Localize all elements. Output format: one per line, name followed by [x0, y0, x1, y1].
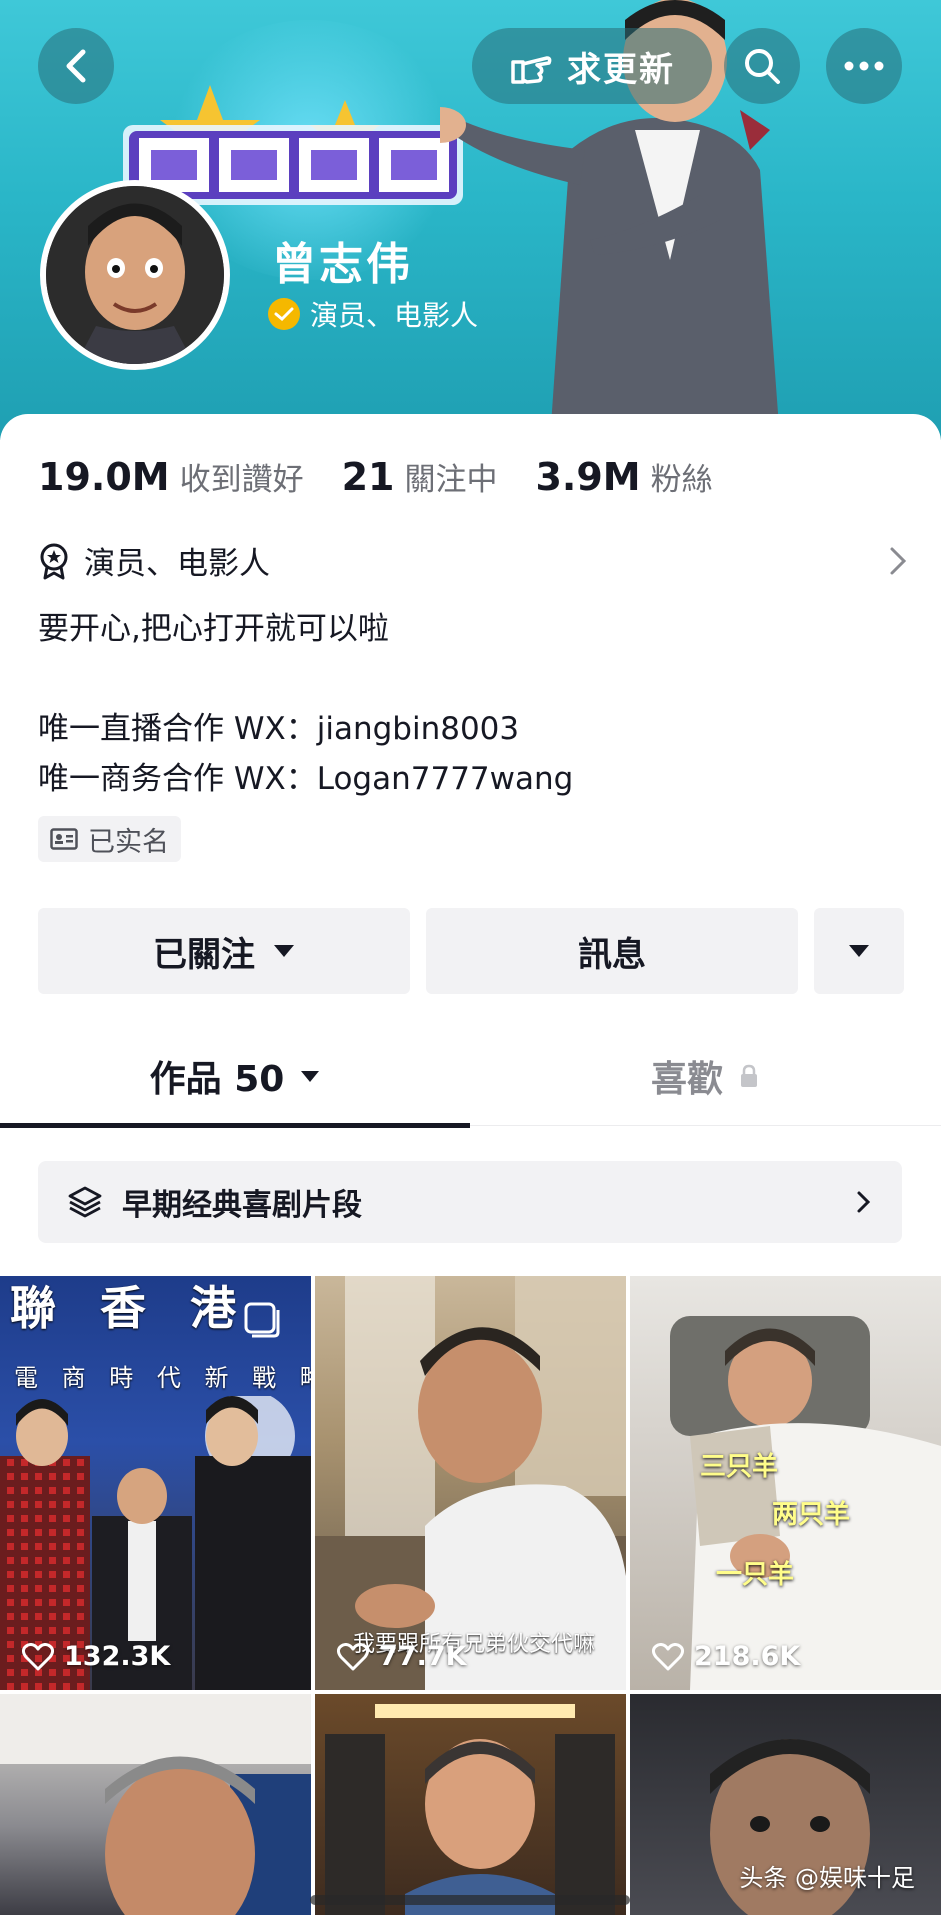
stat-label: 粉絲 — [650, 462, 713, 498]
thumbnail-banner-subtext: 電 商 時 代 新 戰 略 — [14, 1364, 311, 1392]
video-thumbnail[interactable]: 聯 香 港 電 商 時 代 新 戰 略 132.3K — [0, 1276, 311, 1690]
caret-down-icon — [301, 1070, 320, 1082]
video-thumbnail[interactable] — [315, 1694, 626, 1915]
heart-icon — [652, 1642, 684, 1670]
realname-badge: 已实名 — [38, 816, 181, 862]
like-count: 218.6K — [652, 1641, 800, 1672]
stat-value: 21 — [341, 455, 395, 499]
request-update-label: 求更新 — [567, 49, 675, 90]
chevron-left-icon — [66, 49, 86, 83]
profile-tabs: 作品 50 喜歡 — [0, 1026, 941, 1128]
search-button[interactable] — [724, 28, 800, 104]
sheep-caption-2: 两只羊 — [772, 1500, 851, 1530]
video-thumbnail[interactable] — [0, 1694, 311, 1915]
caret-down-icon — [274, 945, 294, 957]
bio-line — [38, 654, 573, 704]
sheep-caption-1: 三只羊 — [700, 1452, 779, 1482]
realname-label: 已实名 — [88, 826, 169, 858]
following-label: 已關注 — [153, 934, 255, 975]
tab-works-label: 作品 50 — [149, 1059, 285, 1100]
message-button[interactable]: 訊息 — [426, 908, 798, 994]
role-row[interactable]: 演员、电影人 — [38, 538, 908, 583]
like-count: 132.3K — [22, 1641, 170, 1672]
like-count: 77.7K — [337, 1641, 467, 1672]
role-text: 演员、电影人 — [84, 546, 270, 582]
video-frame-photo — [0, 1694, 311, 1915]
stats-row: 19.0M 收到讚好 21 關注中 3.9M 粉絲 — [38, 454, 751, 499]
verification-text: 演员、电影人 — [310, 299, 479, 332]
search-icon — [745, 49, 780, 84]
more-options-button[interactable] — [826, 28, 902, 104]
thumbnail-banner-text: 聯 香 港 — [10, 1281, 251, 1335]
action-buttons: 已關注 訊息 — [38, 908, 904, 994]
stat-followers[interactable]: 3.9M 粉絲 — [535, 454, 712, 499]
stat-label: 收到讚好 — [179, 462, 304, 498]
layers-icon — [68, 1186, 102, 1218]
back-button[interactable] — [38, 28, 114, 104]
like-count-value: 218.6K — [694, 1641, 801, 1672]
playlist-title: 早期经典喜剧片段 — [122, 1188, 362, 1223]
request-update-button[interactable]: 求更新 — [472, 28, 712, 104]
stat-label: 關注中 — [404, 462, 498, 498]
bio-line: 要开心,把心打开就可以啦 — [38, 611, 389, 647]
suggestions-dropdown-button[interactable] — [814, 908, 904, 994]
avatar-photo — [46, 186, 224, 364]
verified-check-icon — [268, 298, 300, 330]
video-frame-photo — [670, 1316, 941, 1690]
chevron-right-icon — [857, 1191, 871, 1213]
video-thumbnail[interactable]: 我要跟所有兄弟伙交代嘛 77.7K — [315, 1276, 626, 1690]
tab-works[interactable]: 作品 50 — [0, 1026, 470, 1128]
profile-banner: 求更新 曾志伟 演员、电影人 — [0, 0, 941, 440]
stat-following[interactable]: 21 關注中 — [342, 454, 498, 499]
stat-value: 19.0M — [38, 455, 170, 499]
stat-value: 3.9M — [535, 455, 641, 499]
profile-card: 19.0M 收到讚好 21 關注中 3.9M 粉絲 演员、电影人 要开心,把心打… — [0, 414, 941, 1915]
badge-star-icon — [40, 543, 68, 579]
verification-tag: 演员、电影人 — [268, 294, 478, 334]
playlist-collection[interactable]: 早期经典喜剧片段 — [38, 1161, 902, 1243]
video-grid: 聯 香 港 電 商 時 代 新 戰 略 132.3K 我要跟所有兄弟伙交代嘛 7… — [0, 1276, 941, 1915]
like-count-value: 77.7K — [379, 1641, 467, 1672]
heart-icon — [337, 1642, 369, 1670]
chevron-right-icon — [890, 547, 907, 574]
bio-text: 要开心,把心打开就可以啦 唯一直播合作 WX：jiangbin8003 唯一商务… — [38, 604, 573, 804]
lock-icon — [741, 1064, 757, 1087]
heart-icon — [22, 1642, 54, 1670]
home-indicator[interactable] — [310, 1895, 630, 1905]
sheep-caption-3: 一只羊 — [716, 1560, 795, 1590]
stat-likes-received[interactable]: 19.0M 收到讚好 — [38, 454, 304, 499]
message-label: 訊息 — [578, 934, 646, 975]
bio-line: 唯一直播合作 WX：jiangbin8003 — [38, 711, 520, 747]
tab-likes-label: 喜歡 — [650, 1059, 723, 1100]
multi-image-icon — [244, 1302, 280, 1338]
avatar[interactable] — [40, 180, 230, 370]
profile-name: 曾志伟 — [272, 239, 413, 290]
like-count-value: 132.3K — [64, 1641, 171, 1672]
watermark-text: 头条 @娱味十足 — [739, 1864, 915, 1892]
id-card-icon — [50, 828, 78, 850]
tab-likes[interactable]: 喜歡 — [470, 1026, 940, 1126]
following-button[interactable]: 已關注 — [38, 908, 410, 994]
active-tab-indicator — [0, 1123, 470, 1128]
more-dots-icon — [844, 61, 884, 71]
video-frame-photo — [325, 1704, 615, 1915]
video-thumbnail[interactable]: 三只羊 两只羊 一只羊 218.6K — [630, 1276, 941, 1690]
pointing-hand-icon — [511, 56, 552, 84]
caret-down-icon — [849, 945, 869, 957]
bio-line: 唯一商务合作 WX：Logan7777wang — [38, 761, 574, 797]
